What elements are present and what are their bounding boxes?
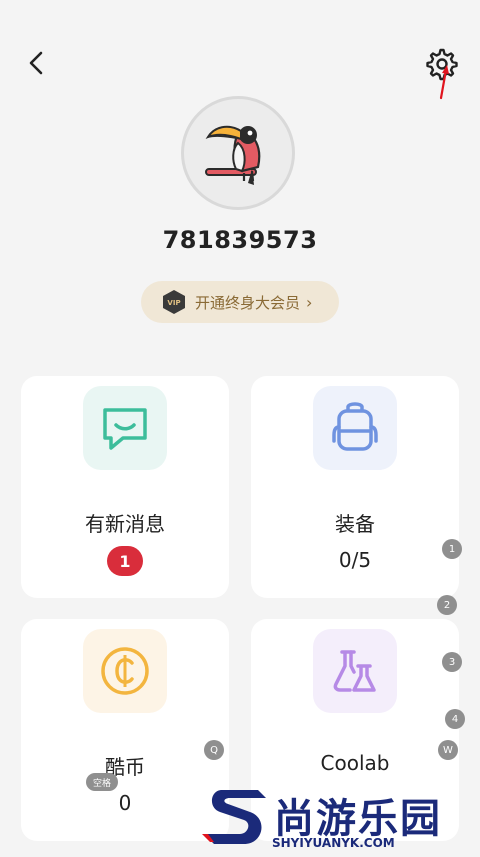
key-marker-1: 1 xyxy=(442,539,462,559)
coins-card[interactable]: 酷币 0 xyxy=(21,619,229,841)
backpack-icon-tile xyxy=(313,386,397,470)
messages-card[interactable]: 有新消息 1 xyxy=(21,376,229,598)
vip-membership-button[interactable]: VIP 开通终身大会员 › xyxy=(141,281,339,323)
vip-badge-icon: VIP xyxy=(163,290,185,314)
key-marker-w: W xyxy=(438,740,458,760)
equipment-title: 装备 xyxy=(335,512,375,536)
annotation-arrow xyxy=(439,65,449,100)
flask-icon-tile xyxy=(313,629,397,713)
svg-text:VIP: VIP xyxy=(167,299,180,307)
chevron-left-icon xyxy=(29,51,43,75)
unread-count-badge: 1 xyxy=(107,546,143,576)
coins-value: 0 xyxy=(118,791,132,815)
flask-icon xyxy=(333,650,376,692)
back-button[interactable] xyxy=(22,48,52,78)
equipment-card[interactable]: 装备 0/5 xyxy=(251,376,459,598)
key-marker-3: 3 xyxy=(442,652,462,672)
coolab-title: Coolab xyxy=(320,751,390,775)
watermark: 尚游乐园 SHYIYUANYK.COM xyxy=(200,782,480,853)
chevron-right-icon: › xyxy=(306,292,313,312)
vip-label: 开通终身大会员 xyxy=(195,293,301,312)
key-marker-space: 空格 xyxy=(86,773,118,791)
key-marker-q: Q xyxy=(204,740,224,760)
message-icon-tile xyxy=(83,386,167,470)
backpack-icon xyxy=(332,402,378,451)
username: 781839573 xyxy=(162,226,318,254)
toucan-icon xyxy=(205,125,261,185)
coin-icon-tile xyxy=(83,629,167,713)
equipment-count: 0/5 xyxy=(338,548,372,572)
key-marker-4: 4 xyxy=(445,709,465,729)
avatar[interactable] xyxy=(181,96,295,210)
message-icon xyxy=(103,408,147,450)
watermark-logo-icon xyxy=(202,790,266,844)
watermark-url: SHYIYUANYK.COM xyxy=(272,836,395,850)
messages-title: 有新消息 xyxy=(85,512,165,536)
coins-title: 酷币 xyxy=(105,755,145,779)
key-marker-2: 2 xyxy=(437,595,457,615)
coin-icon xyxy=(101,647,149,695)
